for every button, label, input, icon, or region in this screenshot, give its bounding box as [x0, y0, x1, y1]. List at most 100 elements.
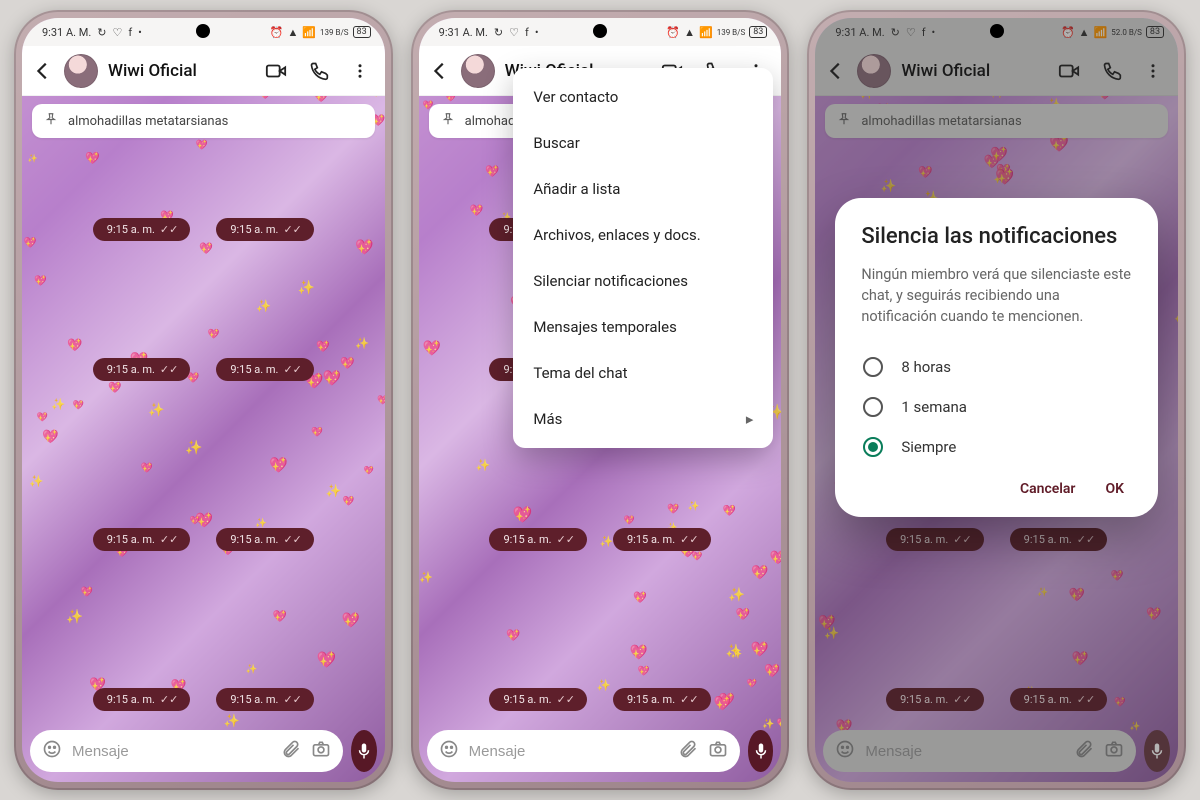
overflow-menu: Ver contacto Buscar Añadir a lista Archivos… — [513, 68, 773, 448]
screen-3: 9:31 A. M. ↻ ♡ f • ⏰ ▲ 📶 52.0 B/S 83 Wiw… — [815, 18, 1178, 782]
facebook-icon: f — [525, 26, 529, 39]
alarm-icon: ⏰ — [666, 26, 680, 39]
mic-button[interactable] — [748, 730, 774, 772]
message-row: 9:15 a. m.✓✓ 9:15 a. m.✓✓ — [419, 688, 782, 711]
back-icon[interactable] — [429, 60, 451, 82]
pinned-text: almohadillas metatarsianas — [68, 114, 228, 129]
chat-title[interactable]: Wiwi Oficial — [108, 61, 255, 81]
menu-item[interactable]: Tema del chat — [513, 350, 773, 396]
message-input[interactable] — [469, 743, 668, 760]
camera-icon[interactable] — [708, 739, 728, 763]
status-bar: 9:31 A. M. ↻ ♡ f • ⏰ ▲ 📶 139 B/S 83 — [22, 18, 385, 46]
pinned-banner[interactable]: almohadillas metatarsianas — [32, 104, 375, 138]
message-timestamp[interactable]: 9:15 a. m.✓✓ — [216, 358, 314, 381]
screen-1: 9:31 A. M. ↻ ♡ f • ⏰ ▲ 📶 139 B/S 83 — [22, 18, 385, 782]
message-timestamp[interactable]: 9:15 a. m.✓✓ — [93, 688, 191, 711]
battery-icon: 83 — [353, 26, 371, 38]
sync-icon: ↻ — [97, 26, 106, 39]
menu-item[interactable]: Añadir a lista — [513, 166, 773, 212]
phone-frame-1: 9:31 A. M. ↻ ♡ f • ⏰ ▲ 📶 139 B/S 83 — [14, 10, 393, 790]
message-timestamp[interactable]: 9:15 a. m.✓✓ — [613, 528, 711, 551]
chat-header: Wiwi Oficial — [22, 46, 385, 96]
radio-label: 1 semana — [901, 398, 967, 416]
read-ticks-icon: ✓✓ — [680, 533, 698, 546]
sticker-icon[interactable] — [439, 739, 459, 763]
message-timestamp[interactable]: 9:15 a. m.✓✓ — [613, 688, 711, 711]
message-timestamp[interactable]: 9:15 a. m.✓✓ — [489, 688, 587, 711]
read-ticks-icon: ✓✓ — [283, 693, 301, 706]
compose-box[interactable] — [30, 730, 343, 772]
menu-item[interactable]: Mensajes temporales — [513, 304, 773, 350]
screen-2: 9:31 A. M. ↻ ♡ f • ⏰ ▲ 📶 139 B/S 83 — [419, 18, 782, 782]
voice-call-icon[interactable] — [309, 61, 329, 81]
heart-icon: ♡ — [112, 26, 122, 39]
radio-label: Siempre — [901, 438, 956, 456]
alarm-icon: ⏰ — [270, 26, 284, 39]
radio-group: 8 horas 1 semana Siempre — [861, 347, 1132, 467]
chevron-right-icon: ▸ — [746, 410, 754, 428]
phone-frame-2: 9:31 A. M. ↻ ♡ f • ⏰ ▲ 📶 139 B/S 83 — [411, 10, 790, 790]
read-ticks-icon: ✓✓ — [283, 223, 301, 236]
message-row: 9:15 a. m.✓✓ 9:15 a. m.✓✓ — [22, 688, 385, 711]
message-timestamp[interactable]: 9:15 a. m.✓✓ — [216, 688, 314, 711]
phone-frame-3: 9:31 A. M. ↻ ♡ f • ⏰ ▲ 📶 52.0 B/S 83 Wiw… — [807, 10, 1186, 790]
signal-icon: 📶 — [699, 26, 713, 39]
back-icon[interactable] — [32, 60, 54, 82]
pin-icon — [44, 112, 58, 130]
net-speed: 139 B/S — [717, 28, 746, 37]
read-ticks-icon: ✓✓ — [283, 363, 301, 376]
avatar[interactable] — [461, 54, 495, 88]
radio-icon — [863, 357, 883, 377]
sync-icon: ↻ — [494, 26, 503, 39]
radio-option[interactable]: 1 semana — [861, 387, 1132, 427]
read-ticks-icon: ✓✓ — [160, 223, 178, 236]
menu-item-label: Más — [533, 410, 562, 428]
message-area: 9:15 a. m.✓✓9:15 a. m.✓✓9:15 a. m.✓✓9:15… — [22, 148, 385, 722]
avatar[interactable] — [64, 54, 98, 88]
menu-item[interactable]: Buscar — [513, 120, 773, 166]
menu-item-label: Silenciar notificaciones — [533, 272, 688, 290]
dialog-body: Ningún miembro verá que silenciaste este… — [861, 264, 1132, 327]
message-timestamp[interactable]: 9:15 a. m.✓✓ — [93, 528, 191, 551]
more-icon[interactable] — [351, 62, 369, 80]
message-row: 9:15 a. m.✓✓ 9:15 a. m.✓✓ — [22, 358, 385, 381]
message-input[interactable] — [72, 743, 271, 760]
read-ticks-icon: ✓✓ — [160, 363, 178, 376]
menu-item[interactable]: Más ▸ — [513, 396, 773, 442]
menu-item[interactable]: Ver contacto — [513, 74, 773, 120]
message-timestamp[interactable]: 9:15 a. m.✓✓ — [93, 358, 191, 381]
message-timestamp[interactable]: 9:15 a. m.✓✓ — [93, 218, 191, 241]
cancel-button[interactable]: Cancelar — [1020, 481, 1076, 497]
net-speed: 139 B/S — [320, 28, 349, 37]
camera-icon[interactable] — [311, 739, 331, 763]
composer — [427, 730, 774, 772]
menu-item-label: Archivos, enlaces y docs. — [533, 226, 700, 244]
compose-box[interactable] — [427, 730, 740, 772]
message-timestamp[interactable]: 9:15 a. m.✓✓ — [216, 218, 314, 241]
read-ticks-icon: ✓✓ — [160, 533, 178, 546]
message-timestamp[interactable]: 9:15 a. m.✓✓ — [489, 528, 587, 551]
message-row: 9:15 a. m.✓✓ 9:15 a. m.✓✓ — [419, 528, 782, 551]
menu-item[interactable]: Archivos, enlaces y docs. — [513, 212, 773, 258]
read-ticks-icon: ✓✓ — [680, 693, 698, 706]
ok-button[interactable]: OK — [1105, 481, 1124, 497]
radio-option[interactable]: Siempre — [861, 427, 1132, 467]
radio-option[interactable]: 8 horas — [861, 347, 1132, 387]
radio-icon — [863, 397, 883, 417]
message-timestamp[interactable]: 9:15 a. m.✓✓ — [216, 528, 314, 551]
message-row: 9:15 a. m.✓✓ 9:15 a. m.✓✓ — [22, 218, 385, 241]
menu-item[interactable]: Silenciar notificaciones — [513, 258, 773, 304]
dialog-title: Silencia las notificaciones — [861, 224, 1132, 250]
video-call-icon[interactable] — [265, 60, 287, 82]
read-ticks-icon: ✓✓ — [557, 533, 575, 546]
mic-button[interactable] — [351, 730, 377, 772]
attach-icon[interactable] — [281, 739, 301, 763]
menu-item-label: Tema del chat — [533, 364, 627, 382]
status-time: 9:31 A. M. — [42, 26, 91, 39]
attach-icon[interactable] — [678, 739, 698, 763]
read-ticks-icon: ✓✓ — [557, 693, 575, 706]
menu-item-label: Buscar — [533, 134, 579, 152]
wifi-icon: ▲ — [684, 26, 695, 39]
sticker-icon[interactable] — [42, 739, 62, 763]
facebook-icon: f — [128, 26, 132, 39]
